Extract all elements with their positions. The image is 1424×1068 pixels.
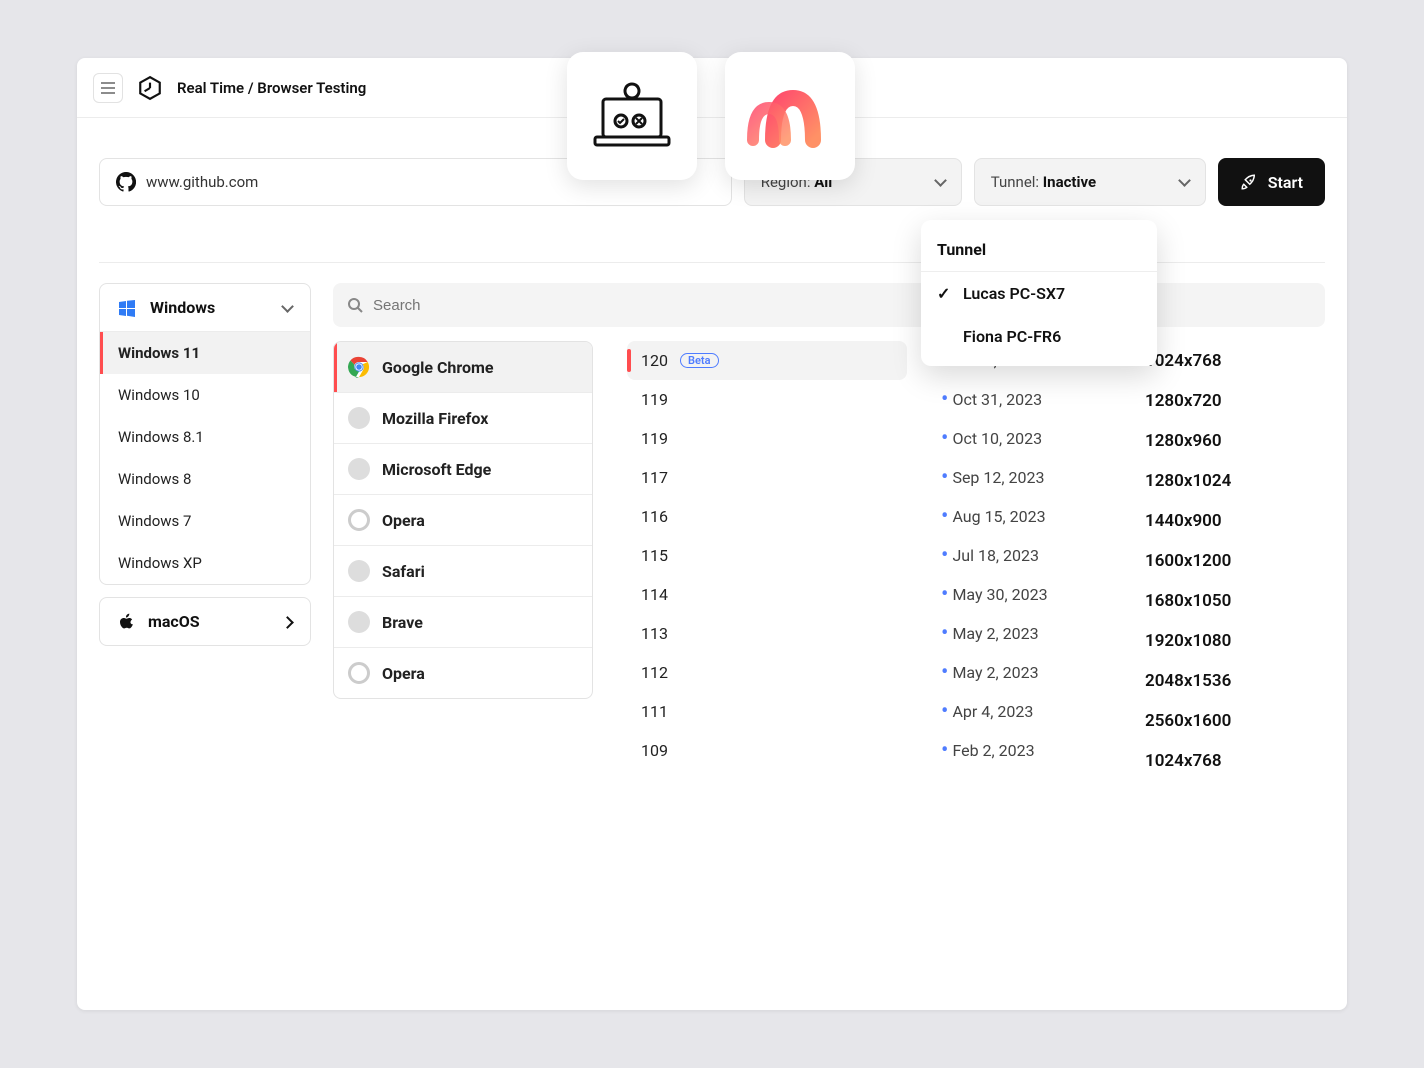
version-item[interactable]: 119 <box>627 419 907 458</box>
brave-icon <box>348 611 370 633</box>
browser-item-firefox[interactable]: Mozilla Firefox <box>334 393 592 444</box>
start-label: Start <box>1268 173 1303 192</box>
version-item[interactable]: 109 <box>627 731 907 770</box>
url-value: www.github.com <box>146 173 258 191</box>
opera-icon <box>348 509 370 531</box>
tunnel-dropdown[interactable]: Tunnel: Inactive <box>974 158 1206 206</box>
resolution-item[interactable]: 1600x1200 <box>1145 541 1325 581</box>
chevron-down-icon <box>936 173 945 191</box>
os-version-item[interactable]: Windows 10 <box>100 374 310 416</box>
search-icon <box>347 297 363 313</box>
search-input[interactable] <box>333 283 1325 327</box>
resolution-item[interactable]: 1280x960 <box>1145 421 1325 461</box>
tunnel-dropdown-panel: Tunnel ✓ Lucas PC-SX7 Fiona PC-FR6 <box>921 220 1157 366</box>
release-date: •May 30, 2023 <box>941 575 1111 614</box>
edge-icon <box>348 458 370 480</box>
resolution-item[interactable]: 1680x1050 <box>1145 581 1325 621</box>
browser-item-safari[interactable]: Safari <box>334 546 592 597</box>
resolution-item[interactable]: 1280x720 <box>1145 381 1325 421</box>
chevron-right-icon <box>283 612 292 631</box>
release-date: •Feb 2, 2023 <box>941 731 1111 770</box>
breadcrumb: Real Time / Browser Testing <box>177 79 366 97</box>
browser-item-opera[interactable]: Opera <box>334 495 592 546</box>
laptop-test-icon <box>593 81 671 151</box>
firefox-icon <box>348 407 370 429</box>
release-date: •May 2, 2023 <box>941 653 1111 692</box>
brand-card <box>725 52 855 180</box>
safari-icon <box>348 560 370 582</box>
os-version-item[interactable]: Windows XP <box>100 542 310 584</box>
chevron-down-icon <box>1180 173 1189 191</box>
os-version-item[interactable]: Windows 8.1 <box>100 416 310 458</box>
release-date: •Aug 15, 2023 <box>941 497 1111 536</box>
start-button[interactable]: Start <box>1218 158 1325 206</box>
version-item[interactable]: 113 <box>627 614 907 653</box>
os-group-macos: macOS <box>99 597 311 646</box>
release-date: •Oct 10, 2023 <box>941 419 1111 458</box>
resolution-item[interactable]: 1024x768 <box>1145 341 1325 381</box>
version-item[interactable]: 115 <box>627 536 907 575</box>
tunnel-option[interactable]: Fiona PC-FR6 <box>921 315 1157 358</box>
browser-item-brave[interactable]: Brave <box>334 597 592 648</box>
app-logo-icon <box>137 75 163 101</box>
search-field[interactable] <box>373 297 1311 314</box>
check-icon: ✓ <box>937 284 953 303</box>
menu-button[interactable] <box>93 73 123 103</box>
tunnel-option[interactable]: ✓ Lucas PC-SX7 <box>921 272 1157 315</box>
beta-badge: Beta <box>680 353 719 368</box>
release-date: •Apr 4, 2023 <box>941 692 1111 731</box>
browser-item-chrome[interactable]: Google Chrome <box>334 342 592 393</box>
dates-column: •Nov 8, 2023•Oct 31, 2023•Oct 10, 2023•S… <box>941 341 1111 781</box>
versions-column: 120 Beta119119117116115114113112111109 <box>627 341 907 781</box>
opera-icon <box>348 662 370 684</box>
browser-column: Google Chrome Mozilla Firefox Microsoft … <box>333 341 593 781</box>
os-group-windows: Windows Windows 11 Windows 10 Windows 8.… <box>99 283 311 585</box>
hamburger-icon <box>101 82 115 94</box>
os-header-windows[interactable]: Windows <box>100 284 310 332</box>
version-item[interactable]: 119 <box>627 380 907 419</box>
resolution-item[interactable]: 1920x1080 <box>1145 621 1325 661</box>
release-date: •May 2, 2023 <box>941 614 1111 653</box>
release-date: •Sep 12, 2023 <box>941 458 1111 497</box>
settings-laptop-card <box>567 52 697 180</box>
github-icon <box>116 172 136 192</box>
browser-item-edge[interactable]: Microsoft Edge <box>334 444 592 495</box>
os-version-item[interactable]: Windows 11 <box>100 332 310 374</box>
rocket-icon <box>1240 173 1258 191</box>
os-version-item[interactable]: Windows 7 <box>100 500 310 542</box>
version-item[interactable]: 111 <box>627 692 907 731</box>
version-item[interactable]: 117 <box>627 458 907 497</box>
os-version-item[interactable]: Windows 8 <box>100 458 310 500</box>
apple-icon <box>118 613 134 631</box>
version-item[interactable]: 120 Beta <box>627 341 907 380</box>
resolution-item[interactable]: 2560x1600 <box>1145 701 1325 741</box>
browser-item-opera2[interactable]: Opera <box>334 648 592 698</box>
resolutions-column: 1024x7681280x7201280x9601280x10241440x90… <box>1145 341 1325 781</box>
chevron-down-icon <box>283 298 292 317</box>
os-column: Windows Windows 11 Windows 10 Windows 8.… <box>99 283 311 781</box>
app-window: Real Time / Browser Testing www.github. <box>77 58 1347 1010</box>
resolution-item[interactable]: 1024x768 <box>1145 741 1325 781</box>
release-date: •Jul 18, 2023 <box>941 536 1111 575</box>
resolution-item[interactable]: 1440x900 <box>1145 501 1325 541</box>
brand-arch-icon <box>745 80 835 152</box>
floating-cards <box>567 52 855 180</box>
windows-icon <box>118 299 136 317</box>
chrome-icon <box>348 356 370 378</box>
release-date: •Oct 31, 2023 <box>941 380 1111 419</box>
resolution-item[interactable]: 1280x1024 <box>1145 461 1325 501</box>
tunnel-label: Tunnel: Inactive <box>991 173 1096 191</box>
tunnel-dropdown-title: Tunnel <box>921 228 1157 272</box>
version-item[interactable]: 114 <box>627 575 907 614</box>
version-item[interactable]: 112 <box>627 653 907 692</box>
os-header-macos[interactable]: macOS <box>100 598 310 645</box>
resolution-item[interactable]: 2048x1536 <box>1145 661 1325 701</box>
version-item[interactable]: 116 <box>627 497 907 536</box>
